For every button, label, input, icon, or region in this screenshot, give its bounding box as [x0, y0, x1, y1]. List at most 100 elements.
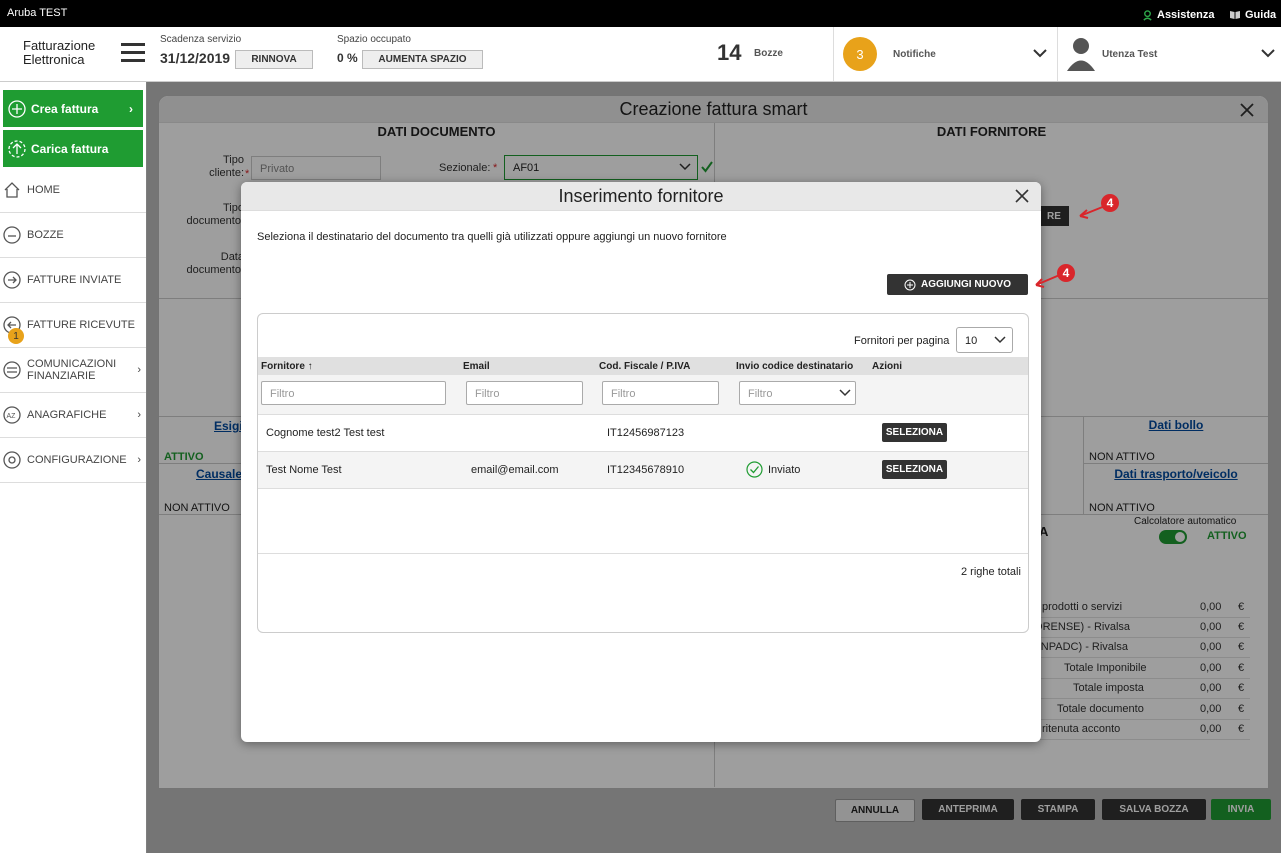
chevron-right-icon: ›: [137, 454, 141, 466]
annotation-marker: 4: [1101, 194, 1119, 212]
sidebar-item-fatture-ricevute[interactable]: FATTURE RICEVUTE 1: [0, 303, 146, 348]
carica-fattura-label: Carica fattura: [31, 141, 109, 156]
gear-icon: [3, 451, 21, 469]
chevron-right-icon: ›: [137, 409, 141, 421]
exchange-icon: [3, 361, 21, 379]
chevron-down-icon: [839, 389, 851, 397]
menu-icon[interactable]: [121, 43, 145, 63]
sidebar: Crea fattura › Carica fattura HOME BOZZE…: [0, 82, 147, 853]
seleziona-button[interactable]: SELEZIONA: [882, 460, 947, 479]
crea-fattura-label: Crea fattura: [31, 101, 99, 116]
headset-icon: [1143, 9, 1152, 21]
per-page-label: Fornitori per pagina: [854, 335, 950, 347]
cell-invio: Inviato: [768, 464, 801, 476]
aggiungi-nuovo-label: AGGIUNGI NUOVO: [920, 279, 1011, 290]
chevron-right-icon: ›: [137, 364, 141, 376]
aggiungi-nuovo-button[interactable]: AGGIUNGI NUOVO: [887, 274, 1028, 295]
sidebar-item-label: BOZZE: [27, 229, 64, 241]
cell-fornitore: Cognome test2 Test test: [266, 427, 385, 439]
table-row: Cognome test2 Test test IT12456987123 SE…: [258, 415, 1028, 452]
sort-up-icon: ↑: [307, 361, 313, 372]
sidebar-item-home[interactable]: HOME: [0, 168, 146, 213]
invio-filter-select[interactable]: Filtro: [739, 381, 856, 405]
modal-instruction: Seleziona il destinatario del documento …: [257, 231, 727, 243]
logo[interactable]: Fatturazione Elettronica: [23, 39, 95, 67]
cell-cf: IT12456987123: [607, 427, 685, 439]
plus-circle-icon: [8, 99, 26, 118]
sidebar-item-fatture-inviate[interactable]: FATTURE INVIATE: [0, 258, 146, 303]
utenza-label[interactable]: Utenza Test: [1102, 49, 1157, 60]
sidebar-item-label: FATTURE RICEVUTE: [27, 319, 135, 331]
column-fornitore[interactable]: Fornitore ↑: [261, 361, 313, 372]
fornitori-table-card: Fornitori per pagina 10 Fornitore ↑ Emai…: [257, 313, 1029, 633]
avatar[interactable]: [1066, 36, 1096, 72]
annotation-marker: 4: [1057, 264, 1075, 282]
per-page-select[interactable]: 10: [956, 327, 1013, 353]
email-filter-input[interactable]: Filtro: [466, 381, 583, 405]
per-page-value: 10: [965, 335, 978, 347]
az-icon: AZ: [3, 406, 21, 424]
filter-row: Filtro Filtro Filtro Filtro: [258, 375, 1028, 415]
sidebar-item-comunicazioni[interactable]: COMUNICAZIONI FINANZIARIE ›: [0, 348, 146, 393]
sidebar-item-label: CONFIGURAZIONE: [27, 454, 127, 466]
aumenta-spazio-button[interactable]: AUMENTA SPAZIO: [362, 50, 483, 69]
home-icon: [3, 181, 21, 199]
assistenza-link[interactable]: Assistenza: [1142, 9, 1214, 21]
modal-header: Inserimento fornitore: [241, 182, 1041, 211]
close-icon[interactable]: [1015, 189, 1029, 203]
sidebar-item-configurazione[interactable]: CONFIGURAZIONE ›: [0, 438, 146, 483]
fornitore-filter-input[interactable]: Filtro: [261, 381, 446, 405]
chevron-down-icon[interactable]: [1261, 49, 1275, 58]
cf-filter-input[interactable]: Filtro: [602, 381, 719, 405]
top-bar: Aruba TEST Assistenza Guida: [0, 0, 1281, 27]
bozze-count[interactable]: 14: [717, 40, 741, 66]
assistenza-label: Assistenza: [1157, 9, 1215, 21]
logo-line1: Fatturazione: [23, 38, 96, 53]
header: Fatturazione Elettronica Scadenza serviz…: [0, 27, 1281, 82]
scadenza-label: Scadenza servizio: [160, 34, 242, 45]
spazio-label: Spazio occupato: [337, 34, 411, 45]
spazio-value: 0 %: [337, 51, 358, 65]
table-header: Fornitore ↑ Email Cod. Fiscale / P.IVA I…: [258, 357, 1028, 375]
table-row: Test Nome Test email@email.com IT1234567…: [258, 452, 1028, 489]
inserimento-fornitore-modal: Inserimento fornitore Seleziona il desti…: [241, 182, 1041, 742]
sidebar-item-label: COMUNICAZIONI FINANZIARIE: [27, 358, 117, 382]
carica-fattura-button[interactable]: Carica fattura: [3, 130, 143, 167]
column-email[interactable]: Email: [463, 361, 490, 372]
bozze-label[interactable]: Bozze: [754, 48, 783, 59]
sidebar-item-label: HOME: [27, 184, 60, 196]
crea-fattura-button[interactable]: Crea fattura ›: [3, 90, 143, 127]
plus-circle-icon: [904, 279, 916, 290]
cell-fornitore: Test Nome Test: [266, 464, 342, 476]
column-invio-codice[interactable]: Invio codice destinatario: [736, 361, 853, 372]
cell-cf: IT12345678910: [607, 464, 685, 476]
notifiche-label[interactable]: Notifiche: [893, 49, 936, 60]
svg-text:AZ: AZ: [7, 413, 17, 420]
column-cod-fiscale[interactable]: Cod. Fiscale / P.IVA: [599, 361, 690, 372]
modal-title: Inserimento fornitore: [558, 186, 724, 206]
seleziona-button[interactable]: SELEZIONA: [882, 423, 947, 442]
notification-badge: 1: [8, 328, 24, 344]
cell-email: email@email.com: [471, 464, 559, 476]
sidebar-item-label: FATTURE INVIATE: [27, 274, 122, 286]
scadenza-value: 31/12/2019: [160, 50, 231, 66]
notifiche-badge[interactable]: 3: [843, 37, 877, 71]
column-azioni: Azioni: [872, 361, 902, 372]
logo-line2: Elettronica: [23, 52, 85, 67]
sidebar-item-anagrafiche[interactable]: AZ ANAGRAFICHE ›: [0, 393, 146, 438]
check-circle-icon: [746, 461, 763, 478]
book-icon: [1230, 11, 1240, 19]
rinnova-button[interactable]: RINNOVA: [235, 50, 313, 69]
drafts-icon: [3, 226, 21, 244]
sidebar-item-label: ANAGRAFICHE: [27, 409, 107, 421]
guida-link[interactable]: Guida: [1229, 9, 1276, 21]
chevron-down-icon[interactable]: [1033, 49, 1047, 58]
upload-icon: [8, 139, 26, 158]
total-rows: 2 righe totali: [961, 566, 1021, 578]
app-title: Aruba TEST: [7, 7, 68, 19]
guida-label: Guida: [1245, 9, 1277, 21]
chevron-down-icon: [994, 336, 1006, 344]
sidebar-item-bozze[interactable]: BOZZE: [0, 213, 146, 258]
chevron-right-icon: ›: [129, 101, 133, 116]
arrow-right-circle-icon: [3, 271, 21, 289]
